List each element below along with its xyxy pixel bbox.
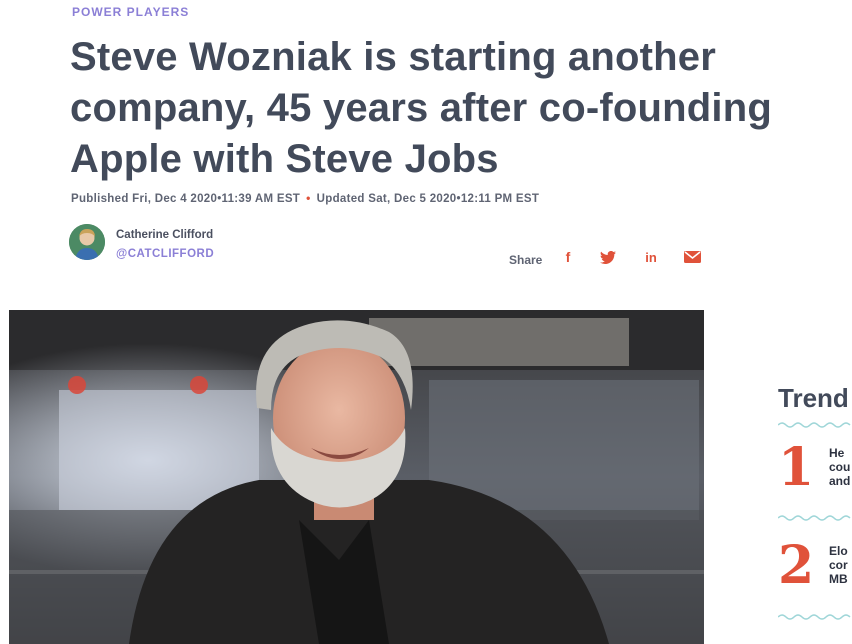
trending-title: Trend bbox=[778, 383, 849, 413]
linkedin-icon[interactable]: in bbox=[642, 247, 660, 267]
article-kicker[interactable]: POWER PLAYERS bbox=[72, 5, 189, 19]
author-handle[interactable]: @CATCLIFFORD bbox=[116, 248, 214, 260]
published-date: Published Fri, Dec 4 2020•11:39 AM EST bbox=[71, 193, 301, 205]
divider-wave bbox=[778, 422, 851, 428]
article-timestamps: Published Fri, Dec 4 2020•11:39 AM EST • U… bbox=[71, 191, 539, 205]
divider-wave bbox=[778, 515, 851, 521]
author-avatar[interactable] bbox=[69, 224, 105, 260]
article-hero-image bbox=[9, 310, 704, 644]
email-icon[interactable] bbox=[683, 247, 701, 267]
author-name[interactable]: Catherine Clifford bbox=[116, 229, 213, 241]
trending-rank: 1 bbox=[778, 437, 815, 498]
twitter-icon[interactable] bbox=[599, 247, 617, 267]
share-label: Share bbox=[509, 253, 543, 267]
updated-date: Updated Sat, Dec 5 2020•12:11 PM EST bbox=[316, 193, 540, 205]
timestamp-separator: • bbox=[306, 191, 311, 205]
divider-wave bbox=[778, 614, 851, 620]
facebook-icon[interactable]: f bbox=[562, 247, 574, 267]
trending-headline[interactable]: Elo cor MB bbox=[829, 544, 852, 586]
trending-headline[interactable]: He cou and bbox=[829, 446, 852, 488]
trending-rank: 2 bbox=[778, 535, 815, 596]
article-headline: Steve Wozniak is starting another compan… bbox=[70, 35, 772, 181]
